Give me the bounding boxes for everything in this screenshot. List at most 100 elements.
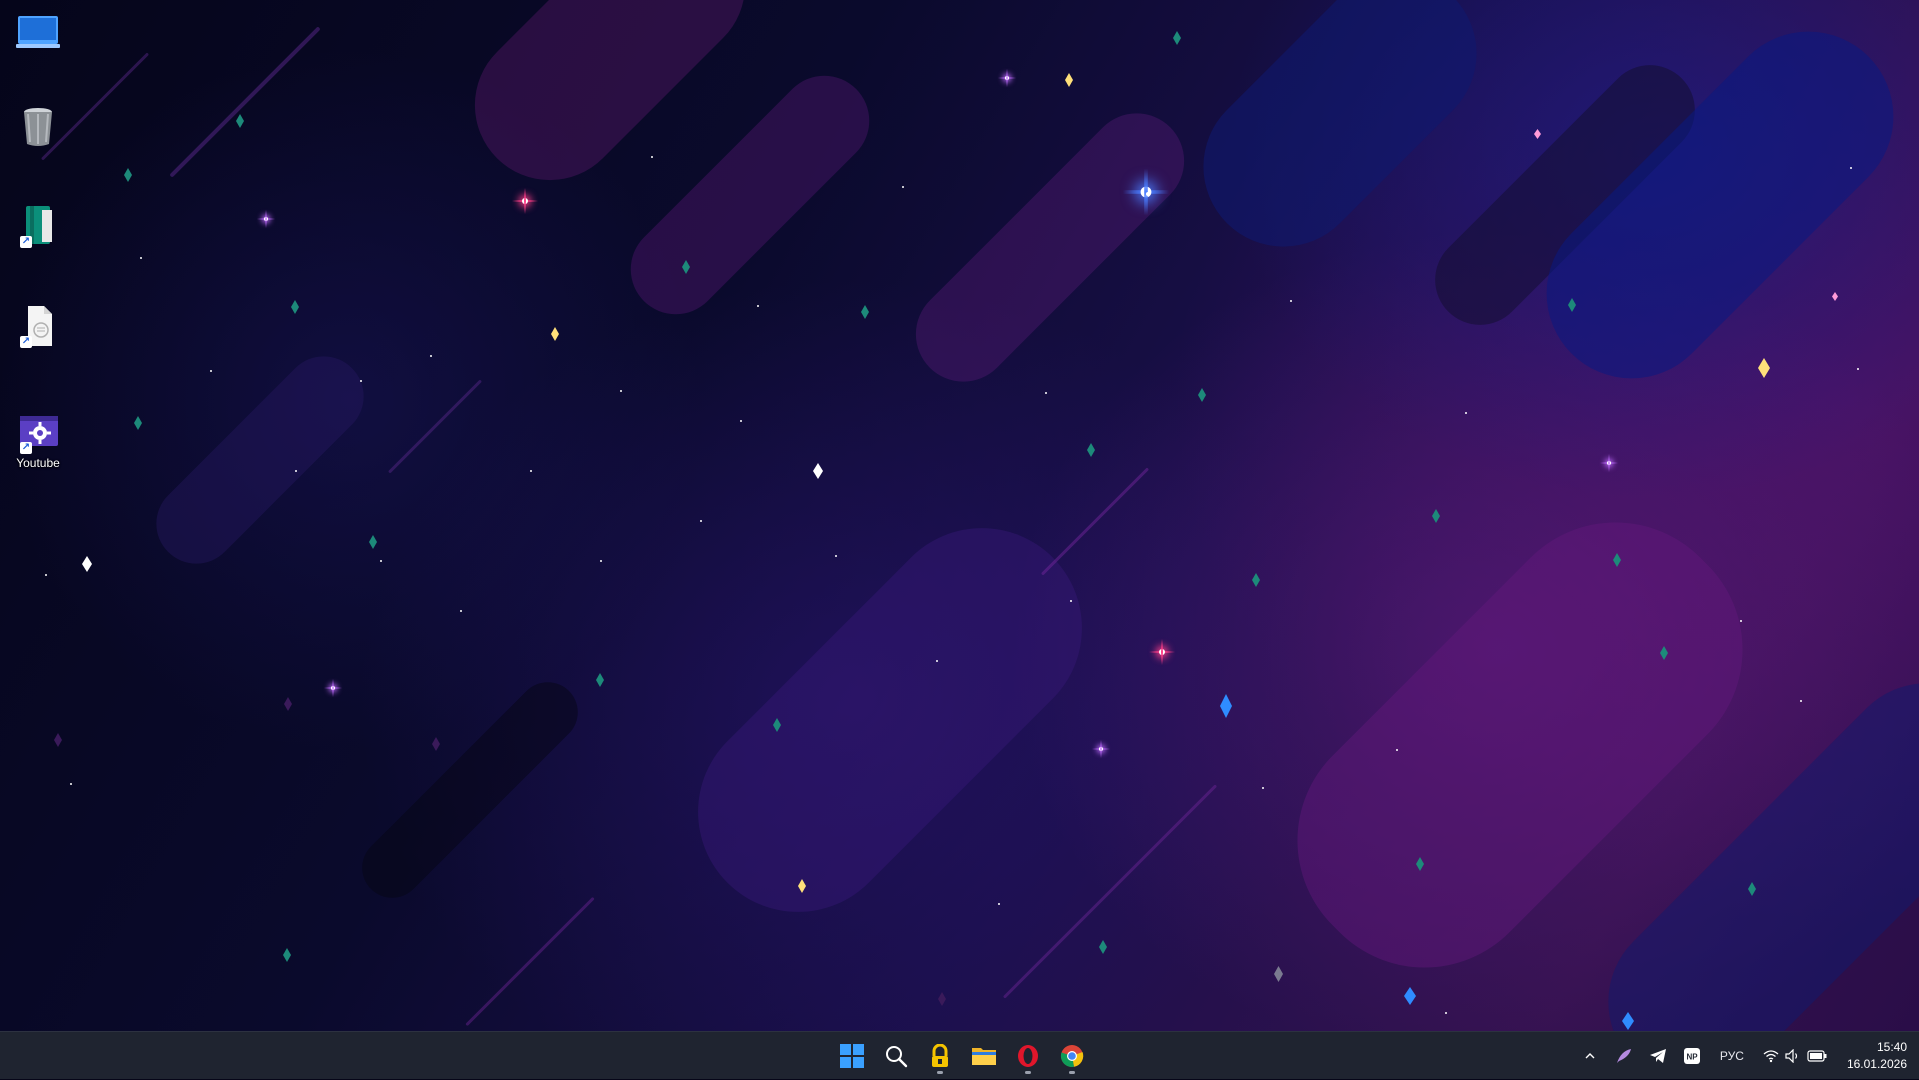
clock-date: 16.01.2026 xyxy=(1846,1057,1907,1071)
star xyxy=(998,903,1000,905)
shortcut-arrow-icon: ↗ xyxy=(20,336,32,348)
wallpaper-streak xyxy=(169,26,321,178)
diamond-star xyxy=(1220,694,1232,718)
taskbar: NP РУС 15:40 16.01.2026 xyxy=(0,1031,1919,1079)
chrome-button[interactable] xyxy=(1052,1036,1092,1076)
sparkle xyxy=(323,679,343,697)
star xyxy=(1262,787,1264,789)
wallpaper-shape xyxy=(349,669,591,911)
star xyxy=(740,420,742,422)
search-button[interactable] xyxy=(876,1036,916,1076)
diamond-star xyxy=(54,733,62,747)
star xyxy=(1396,749,1398,751)
star xyxy=(1070,600,1072,602)
shortcut-arrow-icon: ↗ xyxy=(20,442,32,454)
diamond-star xyxy=(1198,388,1206,402)
feather-icon xyxy=(1616,1049,1631,1063)
diamond-star xyxy=(236,114,244,128)
telegram-icon xyxy=(1649,1049,1666,1063)
diamond-star xyxy=(369,535,377,549)
star xyxy=(460,610,462,612)
diamond-star xyxy=(1274,966,1283,982)
language-indicator[interactable]: РУС xyxy=(1711,1040,1753,1072)
diamond-star xyxy=(134,416,142,430)
diamond-star xyxy=(82,556,92,572)
star xyxy=(210,370,212,372)
star xyxy=(1800,700,1802,702)
diamond-star xyxy=(1404,987,1416,1005)
wifi-icon xyxy=(1763,1050,1779,1063)
wallpaper-streak xyxy=(465,896,595,1027)
diamond-star xyxy=(551,327,559,341)
diamond-star xyxy=(124,168,132,182)
tray-app-vpn[interactable]: NP xyxy=(1677,1040,1707,1072)
search-icon xyxy=(886,1046,908,1068)
diamond-star xyxy=(861,305,869,319)
star xyxy=(45,574,47,576)
wallpaper-streak xyxy=(1040,467,1150,576)
diamond-star xyxy=(1832,292,1838,301)
star xyxy=(430,355,432,357)
star xyxy=(530,470,532,472)
diamond-star xyxy=(284,697,292,711)
diamond-star xyxy=(1252,573,1260,587)
desktop-icon-youtube[interactable]: ↗ Youtube xyxy=(8,410,68,470)
sparkle xyxy=(1149,639,1175,665)
opera-icon xyxy=(1018,1045,1038,1067)
star xyxy=(620,390,622,392)
diamond-star xyxy=(1087,443,1095,457)
running-indicator xyxy=(937,1071,943,1074)
volume-icon xyxy=(1785,1049,1798,1063)
desktop-icon-notebook-app[interactable]: ↗ xyxy=(8,204,68,248)
folder-icon xyxy=(972,1048,996,1065)
file-explorer-button[interactable] xyxy=(964,1036,1004,1076)
diamond-star xyxy=(1758,358,1770,378)
clock[interactable]: 15:40 16.01.2026 xyxy=(1837,1032,1911,1080)
desktop-icon-recycle-bin[interactable] xyxy=(8,104,68,148)
tray-app-feather[interactable] xyxy=(1609,1040,1639,1072)
start-button[interactable] xyxy=(832,1036,872,1076)
windows-logo-icon xyxy=(840,1044,864,1068)
tray-app-telegram[interactable] xyxy=(1643,1040,1673,1072)
chrome-icon xyxy=(1060,1045,1084,1067)
taskbar-pinned-apps xyxy=(832,1032,1092,1080)
system-tray: NP РУС 15:40 16.01.2026 xyxy=(1575,1032,1911,1080)
wallpaper-shape xyxy=(896,93,1204,402)
star xyxy=(700,520,702,522)
quick-settings-button[interactable] xyxy=(1757,1040,1833,1072)
recycle-bin-icon xyxy=(16,104,60,148)
vpn-app-button[interactable] xyxy=(920,1036,960,1076)
desktop-icon-document[interactable]: ↗ xyxy=(8,304,68,348)
sparkle xyxy=(512,188,538,214)
opera-button[interactable] xyxy=(1008,1036,1048,1076)
star xyxy=(600,560,602,562)
shortcut-arrow-icon: ↗ xyxy=(20,236,32,248)
star xyxy=(140,257,142,259)
star xyxy=(360,380,362,382)
lock-app-icon xyxy=(932,1044,948,1067)
star xyxy=(1146,192,1150,196)
wallpaper-streak xyxy=(387,379,483,474)
diamond-star xyxy=(596,673,604,687)
star xyxy=(1290,300,1292,302)
youtube-settings-icon: ↗ xyxy=(16,410,60,454)
star xyxy=(757,305,759,307)
sparkle xyxy=(1599,454,1619,472)
diamond-star xyxy=(291,300,299,314)
document-icon: ↗ xyxy=(16,304,60,348)
diamond-star xyxy=(1173,31,1181,45)
star xyxy=(295,470,297,472)
star xyxy=(380,560,382,562)
star xyxy=(1850,167,1852,169)
diamond-star xyxy=(1099,940,1107,954)
desktop-icon-this-pc[interactable] xyxy=(8,10,68,54)
desktop-background[interactable]: ↗ ↗ ↗ Youtube xyxy=(0,0,1919,1031)
chevron-up-icon xyxy=(1585,1053,1595,1059)
star xyxy=(1740,620,1742,622)
star xyxy=(651,156,653,158)
vpn-tray-icon: NP xyxy=(1683,1048,1700,1064)
wallpaper-streak xyxy=(1002,784,1218,999)
show-hidden-icons-button[interactable] xyxy=(1575,1040,1605,1072)
star xyxy=(1045,392,1047,394)
wallpaper-shape xyxy=(139,339,381,581)
